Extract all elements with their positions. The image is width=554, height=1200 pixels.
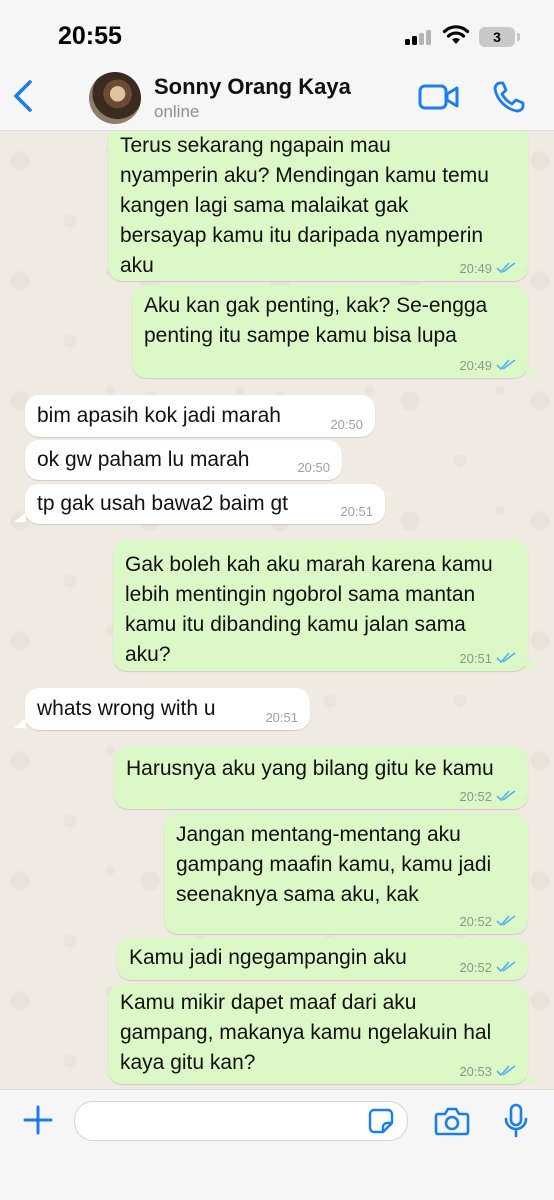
plus-icon[interactable] (22, 1104, 54, 1136)
message-time: 20:51 (340, 504, 373, 519)
message-time: 20:49 (459, 358, 492, 373)
message-text: Terus sekarang ngapain mau nyamperin aku… (120, 134, 489, 277)
message-time: 20:50 (297, 460, 330, 475)
double-check-icon (496, 1065, 516, 1077)
video-call-icon[interactable] (418, 82, 460, 112)
camera-icon[interactable] (434, 1106, 470, 1136)
status-bar: 20:55 3 (0, 0, 554, 62)
chat-area[interactable]: Terus sekarang ngapain mau nyamperin aku… (0, 131, 554, 1089)
message-text: Aku kan gak penting, kak? Se-engga penti… (144, 294, 488, 347)
bubble-tail (526, 366, 538, 376)
message-text: Kamu mikir dapet maaf dari aku gampang, … (120, 991, 492, 1074)
contact-status: online (154, 102, 200, 121)
message-bubble-out[interactable]: Kamu jadi ngegampangin aku 20:52 (117, 938, 528, 980)
double-check-icon (496, 790, 516, 802)
phone-call-icon[interactable] (492, 80, 526, 114)
message-text: Gak boleh kah aku marah karena kamu lebi… (125, 553, 493, 666)
message-bubble-out[interactable]: Jangan mentang-mentang aku gampang maafi… (164, 813, 528, 934)
message-meta: 20:49 (459, 261, 516, 277)
message-time: 20:52 (459, 789, 492, 804)
bubble-tail (14, 512, 26, 522)
double-check-icon (496, 262, 516, 274)
message-meta: 20:49 (459, 358, 516, 374)
microphone-icon[interactable] (503, 1103, 529, 1139)
bubble-tail (14, 718, 26, 728)
message-text: tp gak usah bawa2 baim gt (37, 492, 288, 515)
double-check-icon (496, 961, 516, 973)
back-chevron-icon[interactable] (10, 78, 38, 114)
message-bubble-in[interactable]: bim apasih kok jadi marah 20:50 (25, 395, 375, 437)
sticker-icon[interactable] (368, 1108, 394, 1134)
message-text: Jangan mentang-mentang aku gampang maafi… (176, 823, 492, 906)
message-meta: 20:52 (459, 960, 516, 976)
battery-tip (517, 33, 520, 41)
double-check-icon (496, 652, 516, 664)
message-time: 20:52 (459, 960, 492, 975)
double-check-icon (496, 359, 516, 371)
message-input-bar (0, 1089, 554, 1200)
chat-header: Sonny Orang Kaya online (0, 62, 554, 131)
message-bubble-in[interactable]: tp gak usah bawa2 baim gt 20:51 (25, 484, 385, 524)
message-bubble-out[interactable]: Aku kan gak penting, kak? Se-engga penti… (132, 285, 528, 378)
clock: 20:55 (58, 22, 122, 50)
message-time: 20:51 (265, 710, 298, 725)
message-bubble-out[interactable]: Terus sekarang ngapain mau nyamperin aku… (108, 131, 528, 281)
cellular-signal-icon (405, 29, 435, 45)
contact-avatar[interactable] (89, 72, 141, 124)
message-text: whats wrong with u (37, 697, 216, 720)
message-input[interactable] (74, 1101, 408, 1141)
message-text: Kamu jadi ngegampangin aku (129, 946, 407, 969)
message-bubble-out[interactable]: Gak boleh kah aku marah karena kamu lebi… (113, 540, 528, 671)
battery-icon: 3 (479, 27, 515, 47)
contact-name[interactable]: Sonny Orang Kaya (154, 74, 351, 100)
message-time: 20:52 (459, 914, 492, 929)
wifi-icon (442, 25, 470, 44)
message-bubble-out[interactable]: Harusnya aku yang bilang gitu ke kamu 20… (114, 747, 528, 809)
message-time: 20:51 (459, 651, 492, 666)
bubble-tail (526, 659, 538, 669)
message-bubble-in[interactable]: whats wrong with u 20:51 (25, 688, 310, 730)
message-bubble-out[interactable]: Kamu mikir dapet maaf dari aku gampang, … (108, 984, 528, 1084)
message-text: ok gw paham lu marah (37, 448, 250, 471)
message-meta: 20:52 (459, 789, 516, 805)
double-check-icon (496, 915, 516, 927)
message-bubble-in[interactable]: ok gw paham lu marah 20:50 (25, 440, 342, 480)
message-time: 20:50 (330, 417, 363, 432)
message-meta: 20:51 (459, 651, 516, 667)
message-text: Harusnya aku yang bilang gitu ke kamu (126, 757, 494, 780)
message-meta: 20:53 (459, 1064, 516, 1080)
bubble-tail (526, 1072, 538, 1082)
message-meta: 20:52 (459, 914, 516, 930)
message-time: 20:49 (459, 261, 492, 276)
message-time: 20:53 (459, 1064, 492, 1079)
message-text: bim apasih kok jadi marah (37, 404, 281, 427)
